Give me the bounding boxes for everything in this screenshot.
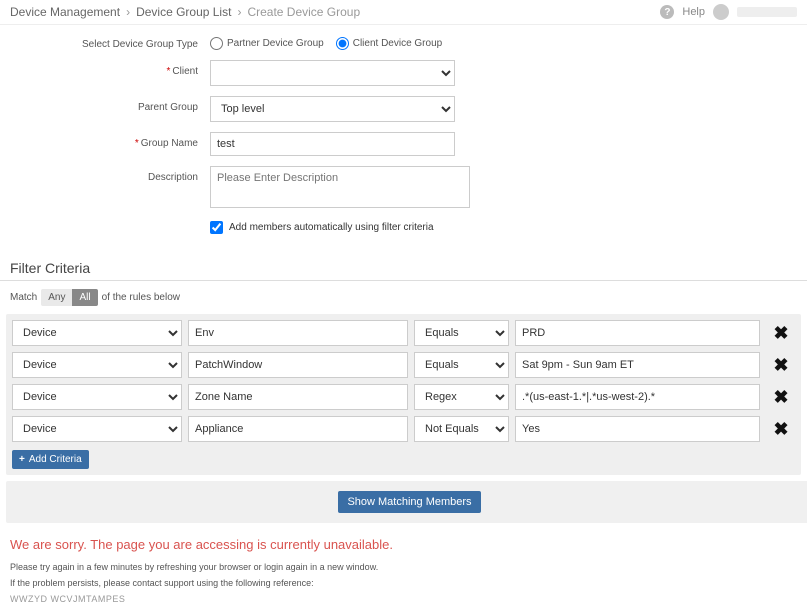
group-type-label: Select Device Group Type (10, 33, 210, 50)
group-name-input[interactable] (210, 132, 455, 156)
criteria-row: Device Regex ✖ (12, 384, 795, 410)
criteria-row: Device Equals ✖ (12, 352, 795, 378)
criteria-op-select[interactable]: Not Equals (414, 416, 509, 442)
error-reference: WWZYD WCVJMTAMPES (10, 594, 797, 604)
breadcrumb: Device Management › Device Group List › … (10, 5, 360, 19)
criteria-attr-input[interactable] (188, 320, 408, 346)
client-device-group-radio-label: Client Device Group (353, 38, 442, 49)
auto-members-checkbox[interactable] (210, 221, 223, 234)
criteria-attr-input[interactable] (188, 352, 408, 378)
criteria-row: Device Equals ✖ (12, 320, 795, 346)
criteria-val-input[interactable] (515, 320, 760, 346)
add-criteria-button[interactable]: Add Criteria (12, 450, 89, 469)
match-line: Match Any All of the rules below (0, 289, 807, 314)
create-device-group-form: Select Device Group Type Partner Device … (0, 25, 807, 254)
show-matching-members-button[interactable]: Show Matching Members (338, 491, 480, 513)
match-all-button[interactable]: All (72, 289, 97, 306)
filter-criteria-title: Filter Criteria (0, 254, 807, 281)
criteria-attr-input[interactable] (188, 384, 408, 410)
delete-criteria-icon[interactable]: ✖ (773, 387, 788, 407)
user-menu[interactable] (737, 7, 797, 17)
delete-criteria-icon[interactable]: ✖ (773, 355, 788, 375)
group-name-label: *Group Name (10, 132, 210, 149)
client-device-group-radio-input[interactable] (336, 37, 349, 50)
user-avatar-icon[interactable] (713, 4, 729, 20)
criteria-val-input[interactable] (515, 352, 760, 378)
criteria-attr-input[interactable] (188, 416, 408, 442)
error-block: We are sorry. The page you are accessing… (0, 523, 807, 614)
auto-members-label: Add members automatically using filter c… (229, 222, 434, 233)
error-line-1: Please try again in a few minutes by ref… (10, 562, 797, 572)
breadcrumb-item-device-management[interactable]: Device Management (10, 5, 120, 19)
partner-device-group-radio-label: Partner Device Group (227, 38, 324, 49)
breadcrumb-item-device-group-list[interactable]: Device Group List (136, 5, 231, 19)
criteria-panel: Device Equals ✖ Device Equals ✖ Device R… (6, 314, 801, 475)
match-suffix: of the rules below (102, 292, 180, 303)
match-any-button[interactable]: Any (41, 289, 72, 306)
criteria-op-select[interactable]: Regex (414, 384, 509, 410)
match-prefix: Match (10, 292, 37, 303)
show-matching-panel: Show Matching Members (6, 481, 807, 523)
criteria-op-select[interactable]: Equals (414, 320, 509, 346)
criteria-type-select[interactable]: Device (12, 384, 182, 410)
partner-device-group-radio[interactable]: Partner Device Group (210, 37, 324, 50)
delete-criteria-icon[interactable]: ✖ (773, 323, 788, 343)
top-right: ? Help (660, 4, 797, 20)
description-textarea[interactable] (210, 166, 470, 208)
criteria-type-select[interactable]: Device (12, 352, 182, 378)
client-label: *Client (10, 60, 210, 77)
parent-group-select[interactable]: Top level (210, 96, 455, 122)
delete-criteria-icon[interactable]: ✖ (773, 419, 788, 439)
error-line-2: If the problem persists, please contact … (10, 578, 797, 588)
match-toggle-group: Any All (41, 289, 97, 306)
client-device-group-radio[interactable]: Client Device Group (336, 37, 442, 50)
partner-device-group-radio-input[interactable] (210, 37, 223, 50)
criteria-op-select[interactable]: Equals (414, 352, 509, 378)
chevron-right-icon: › (237, 5, 241, 19)
plus-icon (19, 454, 25, 465)
criteria-val-input[interactable] (515, 384, 760, 410)
add-criteria-label: Add Criteria (29, 454, 82, 465)
error-title: We are sorry. The page you are accessing… (10, 537, 797, 552)
criteria-type-select[interactable]: Device (12, 320, 182, 346)
criteria-val-input[interactable] (515, 416, 760, 442)
breadcrumb-item-create-device-group: Create Device Group (247, 5, 360, 19)
criteria-row: Device Not Equals ✖ (12, 416, 795, 442)
help-icon[interactable]: ? (660, 5, 674, 19)
help-link[interactable]: Help (682, 6, 705, 18)
client-select[interactable] (210, 60, 455, 86)
chevron-right-icon: › (126, 5, 130, 19)
criteria-type-select[interactable]: Device (12, 416, 182, 442)
top-bar: Device Management › Device Group List › … (0, 0, 807, 25)
description-label: Description (10, 166, 210, 183)
parent-group-label: Parent Group (10, 96, 210, 113)
